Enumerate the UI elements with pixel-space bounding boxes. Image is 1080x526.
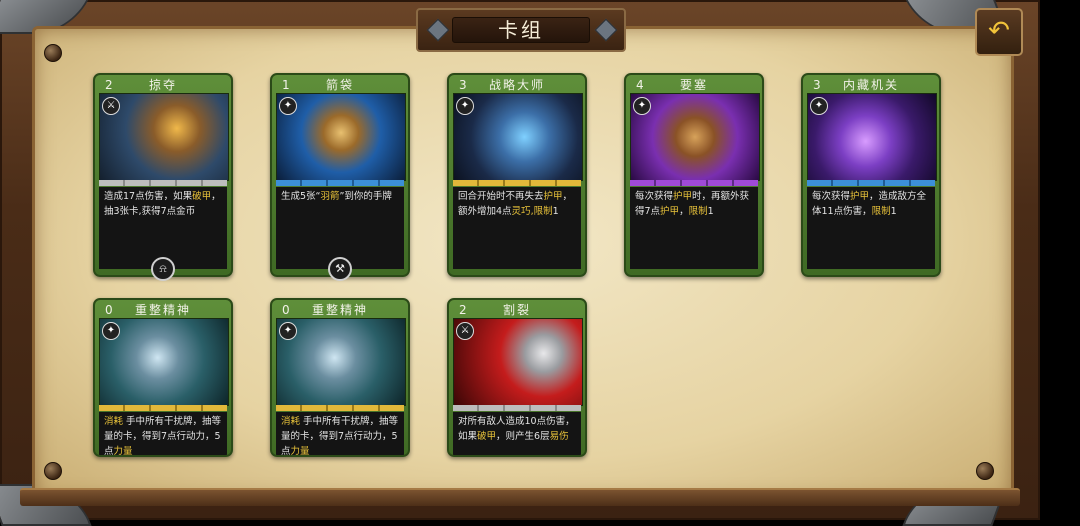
card-name: 重整精神 bbox=[311, 303, 368, 317]
keyword-text: 限制 bbox=[871, 206, 891, 217]
sword-icon: ⚔ bbox=[456, 322, 474, 340]
card-rarity-bar bbox=[99, 180, 227, 186]
keyword-text: 消耗 bbox=[281, 416, 301, 427]
description-text: ，则产生6层 bbox=[496, 431, 550, 442]
card-rarity-bar bbox=[453, 405, 581, 411]
description-text: 每次获得 bbox=[635, 191, 674, 202]
sparkle-icon: ✦ bbox=[633, 97, 651, 115]
keyword-text: 护甲 bbox=[850, 191, 870, 202]
card-header: 掠夺 2 bbox=[99, 77, 227, 93]
card[interactable]: 割裂 2 ⚔ 对所有敌人造成10点伤害，如果破甲，则产生6层易伤 bbox=[447, 298, 587, 457]
description-text: 1 bbox=[707, 206, 714, 217]
card-name: 要塞 bbox=[679, 78, 708, 92]
card-name: 内藏机关 bbox=[842, 78, 899, 92]
card[interactable]: 掠夺 2 ⚔ 造成17点伤害，如果破甲，抽3张卡,获得7点金币 ⍾ bbox=[93, 73, 233, 281]
card-description: 每次获得护甲时，再额外获得7点护甲，限制1 bbox=[630, 187, 758, 269]
back-arrow-icon: ↶ bbox=[988, 16, 1010, 46]
card-cost: 0 bbox=[282, 303, 290, 317]
sword-icon: ⚔ bbox=[102, 97, 120, 115]
back-button[interactable]: ↶ bbox=[975, 8, 1023, 56]
gem-ornament bbox=[594, 18, 618, 42]
card-header: 要塞 4 bbox=[630, 77, 758, 93]
keyword-text: 破甲 bbox=[192, 191, 212, 202]
keyword-text: 限制 bbox=[688, 206, 708, 217]
card-cost: 3 bbox=[813, 78, 821, 92]
keyword-text: 破甲 bbox=[477, 431, 497, 442]
card[interactable]: 战略大师 3 ✦ 回合开始时不再失去护甲，额外增加4点灵巧,限制1 bbox=[447, 73, 587, 277]
card-cost: 2 bbox=[459, 303, 467, 317]
description-text: 每次获得 bbox=[812, 191, 851, 202]
card-rarity-bar bbox=[276, 405, 404, 411]
rivet bbox=[44, 462, 62, 480]
card[interactable]: 内藏机关 3 ✦ 每次获得护甲，造成敌方全体11点伤害，限制1 bbox=[801, 73, 941, 277]
card[interactable]: 重整精神 0 ✦ 消耗 手中所有干扰牌，抽等量的卡，得到7点行动力，5点力量 bbox=[93, 298, 233, 457]
keyword-text: 易伤 bbox=[549, 431, 569, 442]
card-cost: 4 bbox=[636, 78, 644, 92]
card[interactable]: 重整精神 0 ✦ 消耗 手中所有干扰牌，抽等量的卡，得到7点行动力，5点力量 bbox=[270, 298, 410, 457]
deck-window-frame: 卡组 ↶ 掠夺 2 ⚔ 造成17点伤害，如果破甲，抽3张卡,获得7点金币 ⍾ 箭袋 1 ✦ 生… bbox=[0, 0, 1040, 526]
keyword-text: 灵巧 bbox=[511, 206, 531, 217]
card-header: 重整精神 0 bbox=[276, 302, 404, 318]
description-text: 回合开始时不再失去 bbox=[458, 191, 544, 202]
card-cost: 3 bbox=[459, 78, 467, 92]
card-cost: 2 bbox=[105, 78, 113, 92]
card-rarity-bar bbox=[630, 180, 758, 186]
gem-ornament bbox=[426, 18, 450, 42]
card-name: 割裂 bbox=[502, 303, 531, 317]
keyword-text: 护甲 bbox=[543, 191, 563, 202]
sparkle-icon: ✦ bbox=[102, 322, 120, 340]
card-description: 回合开始时不再失去护甲，额外增加4点灵巧,限制1 bbox=[453, 187, 581, 269]
card-name: 箭袋 bbox=[325, 78, 354, 92]
description-text: 1 bbox=[890, 206, 897, 217]
description-text: ， bbox=[679, 206, 689, 217]
description-text: 1 bbox=[552, 206, 559, 217]
description-text: 造成17点伤害，如果 bbox=[104, 191, 193, 202]
card-rarity-bar bbox=[807, 180, 935, 186]
card[interactable]: 要塞 4 ✦ 每次获得护甲时，再额外获得7点护甲，限制1 bbox=[624, 73, 764, 277]
card-rarity-bar bbox=[276, 180, 404, 186]
card-name: 战略大师 bbox=[488, 78, 545, 92]
keyword-text: 消耗 bbox=[104, 416, 124, 427]
sparkle-icon: ✦ bbox=[810, 97, 828, 115]
card-description: 消耗 手中所有干扰牌，抽等量的卡，得到7点行动力，5点力量 bbox=[276, 412, 404, 457]
keyword-text: 力量 bbox=[290, 446, 310, 457]
bottom-trim bbox=[20, 488, 1020, 506]
card-rarity-bar bbox=[453, 180, 581, 186]
card-header: 割裂 2 bbox=[453, 302, 581, 318]
description-text: 生成5张“ bbox=[281, 191, 321, 202]
card-description: 对所有敌人造成10点伤害，如果破甲，则产生6层易伤 bbox=[453, 412, 581, 455]
page-title: 卡组 bbox=[452, 17, 590, 43]
card-cost: 1 bbox=[282, 78, 290, 92]
keyword-text: 护甲 bbox=[660, 206, 680, 217]
card-header: 内藏机关 3 bbox=[807, 77, 935, 93]
sparkle-icon: ✦ bbox=[279, 97, 297, 115]
description-text: ”到你的手牌 bbox=[339, 191, 392, 202]
rivet bbox=[976, 462, 994, 480]
keyword-text: 护甲 bbox=[673, 191, 693, 202]
keyword-text: 羽箭 bbox=[320, 191, 340, 202]
card-cost: 0 bbox=[105, 303, 113, 317]
card-name: 重整精神 bbox=[134, 303, 191, 317]
card-rarity-bar bbox=[99, 405, 227, 411]
card-description: 每次获得护甲，造成敌方全体11点伤害，限制1 bbox=[807, 187, 935, 269]
sparkle-icon: ✦ bbox=[279, 322, 297, 340]
card-description: 消耗 手中所有干扰牌，抽等量的卡，得到7点行动力，5点力量 bbox=[99, 412, 227, 457]
keyword-text: ,限制 bbox=[530, 206, 553, 217]
rivet bbox=[44, 44, 62, 62]
card-header: 箭袋 1 bbox=[276, 77, 404, 93]
card-header: 重整精神 0 bbox=[99, 302, 227, 318]
sparkle-icon: ✦ bbox=[456, 97, 474, 115]
card[interactable]: 箭袋 1 ✦ 生成5张“羽箭”到你的手牌 ⚒ bbox=[270, 73, 410, 281]
keyword-text: 力量 bbox=[113, 446, 133, 457]
title-plate: 卡组 bbox=[416, 8, 626, 52]
card-header: 战略大师 3 bbox=[453, 77, 581, 93]
card-name: 掠夺 bbox=[148, 78, 177, 92]
bell-icon: ⍾ bbox=[151, 257, 175, 281]
crossed-tools-icon: ⚒ bbox=[328, 257, 352, 281]
